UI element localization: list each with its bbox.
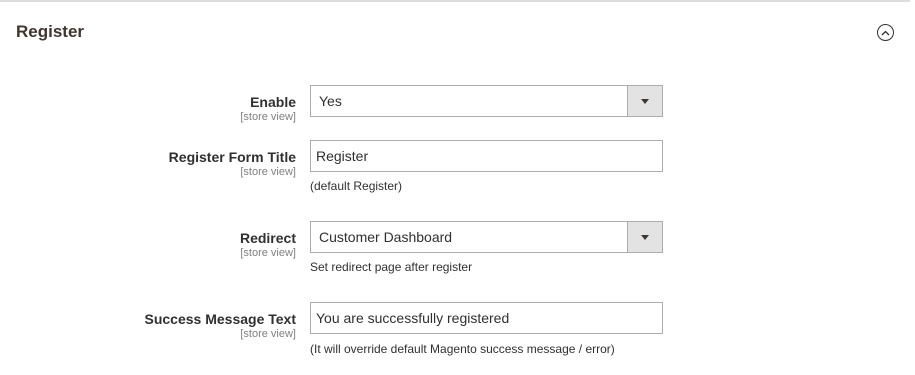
success-message-label: Success Message Text [144,311,297,327]
redirect-selected-value: Customer Dashboard [319,229,453,245]
form-title-input[interactable]: Register [310,140,663,172]
enable-dropdown-button[interactable] [627,86,662,116]
caret-down-icon [641,234,649,240]
redirect-dropdown-button[interactable] [627,222,662,252]
success-message-scope: [store view] [240,328,296,340]
collapse-chevron-icon[interactable] [877,24,894,41]
redirect-select[interactable]: Customer Dashboard [310,221,663,253]
success-message-value: You are successfully registered [316,310,510,326]
section-title: Register [16,22,85,41]
redirect-scope: [store view] [240,247,296,259]
form-title-scope: [store view] [240,166,296,178]
form-title-value: Register [316,148,369,164]
success-message-input[interactable]: You are successfully registered [310,302,663,334]
form-title-label: Register Form Title [168,149,296,165]
caret-down-icon [641,98,649,104]
form-title-note: (default Register) [310,179,403,193]
redirect-label: Redirect [239,230,296,246]
section-divider [0,0,910,2]
enable-scope: [store view] [240,111,296,123]
success-message-note: (It will override default Magento succes… [310,342,615,356]
enable-selected-value: Yes [319,93,342,109]
redirect-note: Set redirect page after register [310,260,473,274]
enable-label: Enable [250,94,296,110]
enable-select[interactable]: Yes [310,85,663,117]
